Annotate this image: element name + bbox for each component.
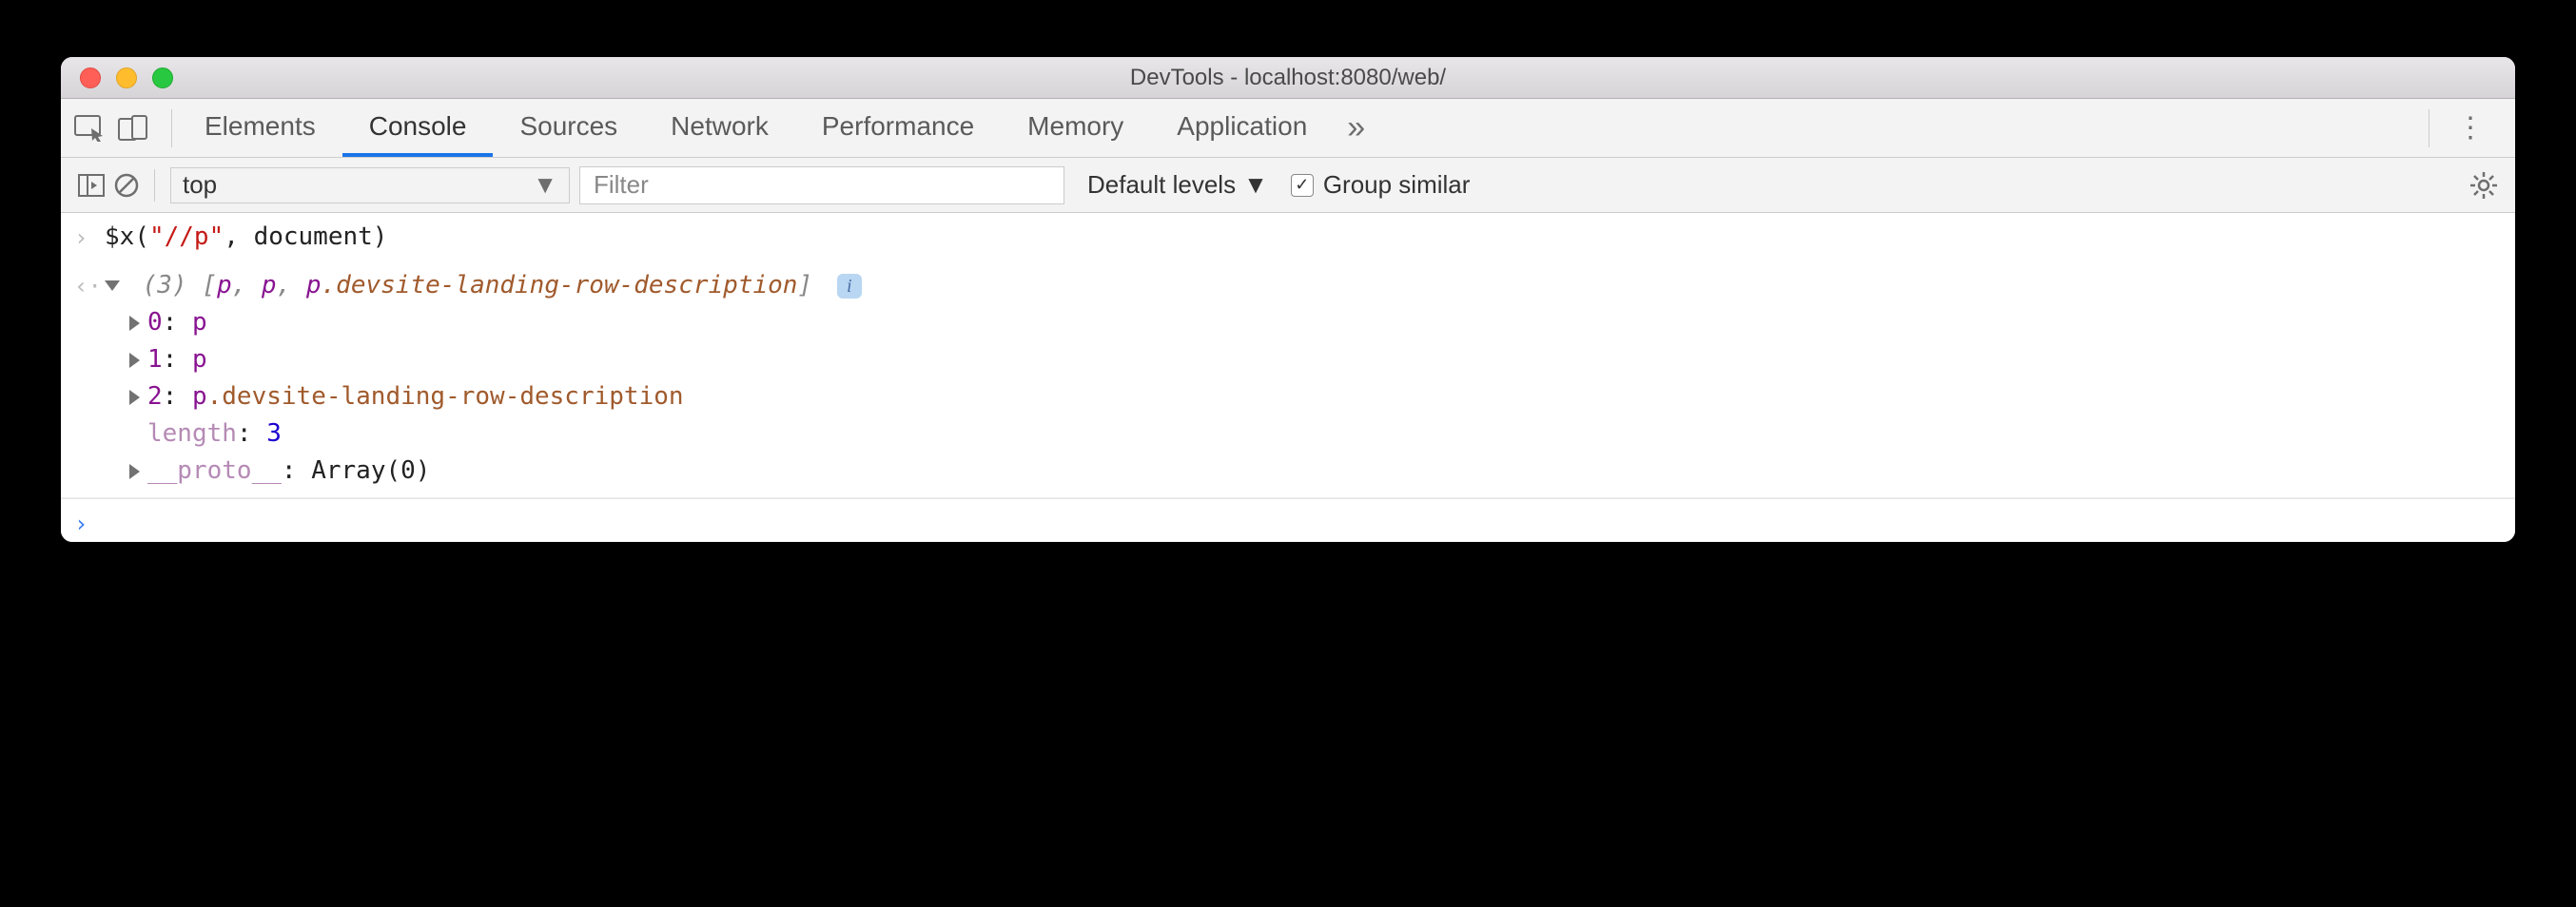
disclosure-triangle-icon[interactable] [129,353,140,368]
show-console-sidebar-icon[interactable] [78,174,105,197]
tab-console[interactable]: Console [342,99,494,157]
group-similar-label: Group similar [1323,170,1471,200]
output-indicator-icon: ‹· [74,267,105,303]
divider [2429,109,2430,147]
array-entry[interactable]: 0: p [129,304,2502,341]
window-titlebar: DevTools - localhost:8080/web/ [61,57,2515,99]
clear-console-icon[interactable] [114,173,139,198]
panel-tabstrip: Elements Console Sources Network Perform… [61,99,2515,158]
array-entries: 0: p 1: p 2: p.devsite-landing-row-descr… [105,304,2502,490]
context-value: top [183,170,217,200]
execution-context-select[interactable]: top ▼ [170,167,570,203]
info-icon[interactable]: i [837,274,862,299]
input-prompt-icon: › [74,505,105,541]
divider [171,109,172,147]
divider [154,169,155,202]
array-proto[interactable]: __proto__: Array(0) [129,453,2502,490]
more-options-button[interactable]: ⋮ [2445,111,2496,145]
array-entry[interactable]: 2: p.devsite-landing-row-description [129,378,2502,415]
bracket-close: ] [797,271,812,299]
tab-memory[interactable]: Memory [1001,99,1150,157]
tab-performance[interactable]: Performance [795,99,1001,157]
disclosure-triangle-icon[interactable] [129,464,140,479]
inspect-element-icon[interactable] [74,115,107,142]
array-count: (3) [143,271,187,299]
chevron-down-icon: ▼ [533,170,557,200]
tab-network[interactable]: Network [644,99,795,157]
close-window-button[interactable] [80,68,101,88]
input-prompt-icon: › [74,219,105,255]
inspect-tools [74,115,166,142]
traffic-lights [61,68,173,88]
group-similar-toggle[interactable]: ✓ Group similar [1278,170,1471,200]
panel-tabs: Elements Console Sources Network Perform… [178,99,1378,157]
disclosure-triangle-icon[interactable] [129,390,140,405]
checkbox-icon: ✓ [1291,174,1314,197]
disclosure-triangle-open-icon[interactable] [105,280,120,291]
levels-label: Default levels [1087,170,1236,200]
console-result-row[interactable]: ‹· (3) [p, p, p.devsite-landing-row-desc… [61,261,2515,498]
bracket-open: [ [202,271,217,299]
console-filter-input[interactable] [579,166,1064,204]
tab-elements[interactable]: Elements [178,99,342,157]
devtools-window: DevTools - localhost:8080/web/ Elements … [61,57,2515,542]
maximize-window-button[interactable] [152,68,173,88]
array-entry[interactable]: 1: p [129,341,2502,378]
chevron-down-icon: ▼ [1243,170,1268,200]
console-input-text: $x("//p", document) [105,219,2502,256]
console-output: › $x("//p", document) ‹· (3) [p, p, p.de… [61,213,2515,542]
device-toolbar-icon[interactable] [118,115,148,142]
tab-application[interactable]: Application [1150,99,1334,157]
window-title: DevTools - localhost:8080/web/ [61,65,2515,91]
disclosure-triangle-icon[interactable] [129,316,140,331]
log-levels-select[interactable]: Default levels ▼ [1074,170,1268,200]
console-settings-icon[interactable] [2469,171,2498,200]
minimize-window-button[interactable] [116,68,137,88]
array-length: length: 3 [129,415,2502,453]
console-input-row[interactable]: › $x("//p", document) [61,213,2515,261]
tab-overflow-button[interactable]: » [1334,109,1378,146]
tab-sources[interactable]: Sources [493,99,644,157]
array-summary-line[interactable]: (3) [p, p, p.devsite-landing-row-descrip… [105,267,2502,304]
console-prompt-row[interactable]: › [61,498,2515,542]
console-toolbar: top ▼ Default levels ▼ ✓ Group similar [61,158,2515,213]
